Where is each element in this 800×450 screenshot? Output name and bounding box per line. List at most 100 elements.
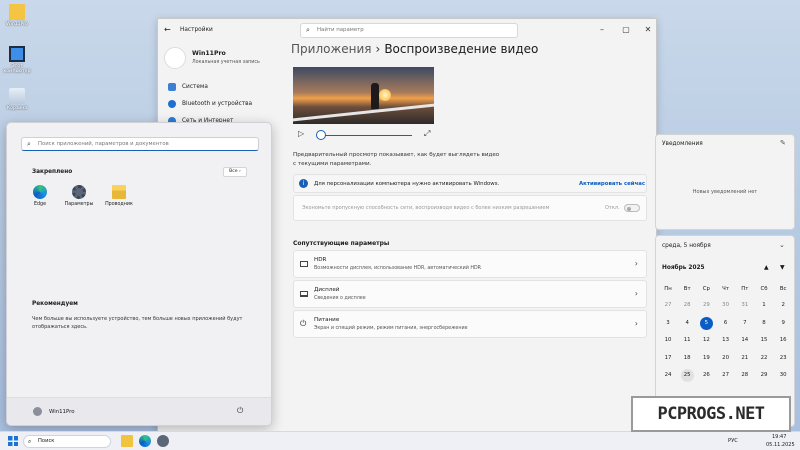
settings-search-input[interactable]: ⌕ Найти параметр xyxy=(300,23,518,38)
prev-month-arrow-icon[interactable]: ▲ xyxy=(764,264,769,271)
bandwidth-toggle[interactable] xyxy=(624,204,640,212)
calendar-day[interactable]: 30 xyxy=(774,372,792,378)
seek-track[interactable] xyxy=(322,135,412,136)
notifications-title: Уведомления xyxy=(662,141,703,147)
calendar-day[interactable]: 26 xyxy=(697,372,715,378)
calendar-day[interactable]: 12 xyxy=(697,337,715,343)
calendar-day[interactable]: 7 xyxy=(736,320,754,326)
play-icon[interactable]: ▷ xyxy=(298,129,304,138)
calendar-day[interactable]: 27 xyxy=(659,302,677,308)
calendar-day[interactable]: 8 xyxy=(755,320,773,326)
calendar-day[interactable]: 29 xyxy=(697,302,715,308)
calendar-day[interactable]: 13 xyxy=(717,337,735,343)
calendar-day[interactable]: 25 xyxy=(680,369,694,382)
explorer-folder-icon[interactable] xyxy=(121,435,133,447)
avatar[interactable] xyxy=(164,47,186,69)
calendar-day[interactable]: 2 xyxy=(774,302,792,308)
desktop-icon-user-folder[interactable]: Win11Pro xyxy=(2,4,32,27)
user-avatar-icon[interactable] xyxy=(33,407,42,416)
calendar-day[interactable]: 28 xyxy=(678,302,696,308)
chevron-down-icon[interactable]: ⌄ xyxy=(779,241,785,249)
minimize-button[interactable]: – xyxy=(594,23,610,37)
edit-icon[interactable]: ✎ xyxy=(780,139,786,147)
calendar-day[interactable]: 4 xyxy=(678,320,696,326)
calendar-day[interactable]: 6 xyxy=(717,320,735,326)
calendar-day[interactable]: 17 xyxy=(659,355,677,361)
related-item-hdr[interactable]: HDR Возможности дисплея, использование H… xyxy=(293,250,647,278)
all-apps-button[interactable]: Все › xyxy=(223,167,247,177)
calendar-day[interactable]: 5 xyxy=(699,316,713,330)
profile-subtitle: Локальная учетная запись xyxy=(192,60,260,65)
taskbar-search-input[interactable]: ⌕ Поиск xyxy=(23,435,111,448)
pinned-app-edge[interactable]: Edge xyxy=(23,185,57,207)
pinned-app-explorer[interactable]: Проводник xyxy=(102,185,136,207)
activate-now-link[interactable]: Активировать сейчас xyxy=(579,181,645,187)
calendar-day[interactable]: 11 xyxy=(678,337,696,343)
desktop-icon-recycle-bin[interactable]: Корзина xyxy=(2,88,32,111)
profile-name: Win11Pro xyxy=(192,50,226,57)
desktop-icon-label: Этот компьютер xyxy=(3,64,31,75)
sun-shape xyxy=(379,89,391,101)
calendar-day[interactable]: 3 xyxy=(659,320,677,326)
calendar-day[interactable]: 14 xyxy=(736,337,754,343)
desktop-icon-this-pc[interactable]: Этот компьютер xyxy=(2,46,32,75)
computer-icon xyxy=(9,46,25,62)
sidebar-item-system[interactable]: Система xyxy=(168,81,208,93)
calendar-day[interactable]: 9 xyxy=(774,320,792,326)
edge-icon xyxy=(33,185,47,199)
calendar-day[interactable]: 10 xyxy=(659,337,677,343)
calendar-day[interactable]: 30 xyxy=(717,302,735,308)
calendar-day[interactable]: 28 xyxy=(736,372,754,378)
calendar-day[interactable]: 22 xyxy=(755,355,773,361)
related-item-title: Питание xyxy=(314,317,340,323)
next-month-arrow-icon[interactable]: ▼ xyxy=(780,264,785,271)
notifications-empty-text: Новых уведомлений нет xyxy=(692,189,758,195)
close-button[interactable]: ✕ xyxy=(640,23,656,37)
calendar-day[interactable]: 29 xyxy=(755,372,773,378)
calendar-day[interactable]: 31 xyxy=(736,302,754,308)
start-search-input[interactable]: ⌕ Поиск приложений, параметров и докумен… xyxy=(21,137,259,151)
seek-slider-thumb[interactable] xyxy=(316,130,326,140)
sidebar-item-label: Bluetooth и устройства xyxy=(182,101,253,107)
related-item-subtitle: Экран и спящий режим, режим питания, эне… xyxy=(314,326,468,331)
calendar-day[interactable]: 20 xyxy=(717,355,735,361)
chevron-right-icon: › xyxy=(634,289,638,298)
calendar-month[interactable]: Ноябрь 2025 xyxy=(662,265,705,271)
breadcrumb-parent[interactable]: Приложения xyxy=(291,42,372,56)
maximize-button[interactable]: ▢ xyxy=(618,23,634,37)
calendar-day[interactable]: 1 xyxy=(755,302,773,308)
hdr-icon xyxy=(300,261,308,267)
language-indicator[interactable]: РУС xyxy=(728,438,738,444)
clock-time[interactable]: 19:47 xyxy=(772,434,786,440)
toggle-state-label: Откл. xyxy=(605,205,620,211)
calendar-day[interactable]: 16 xyxy=(774,337,792,343)
calendar-day[interactable]: 23 xyxy=(774,355,792,361)
sidebar-item-label: Система xyxy=(182,84,208,90)
calendar-day[interactable]: 18 xyxy=(678,355,696,361)
clock-date[interactable]: 05.11.2025 xyxy=(766,442,795,448)
calendar-day[interactable]: 21 xyxy=(736,355,754,361)
user-name[interactable]: Win11Pro xyxy=(49,409,75,415)
related-item-power[interactable]: ⏻ Питание Экран и спящий режим, режим пи… xyxy=(293,310,647,338)
fullscreen-icon[interactable]: ⤢ xyxy=(424,129,430,139)
back-arrow-icon[interactable]: ← xyxy=(164,25,171,34)
power-icon: ⏻ xyxy=(300,319,307,328)
edge-icon[interactable] xyxy=(139,435,151,447)
calendar-day[interactable]: 19 xyxy=(697,355,715,361)
page-title: Воспроизведение видео xyxy=(384,42,539,56)
related-item-display[interactable]: Дисплей Сведения о дисплее › xyxy=(293,280,647,308)
sidebar-item-bluetooth[interactable]: Bluetooth и устройства xyxy=(168,98,252,110)
pinned-app-label: Edge xyxy=(33,202,47,207)
pinned-app-settings[interactable]: Параметры xyxy=(62,185,96,207)
breadcrumb: Приложения › Воспроизведение видео xyxy=(291,42,538,56)
railing-shape xyxy=(293,103,434,122)
chevron-right-icon: › xyxy=(634,259,638,268)
related-item-title: HDR xyxy=(314,257,327,263)
activation-text: Для персонализации компьютера нужно акти… xyxy=(314,181,500,187)
power-icon[interactable]: ⏻ xyxy=(237,406,243,416)
start-windows-icon[interactable] xyxy=(8,436,18,446)
calendar-day[interactable]: 24 xyxy=(659,372,677,378)
settings-gear-icon[interactable] xyxy=(157,435,169,447)
calendar-day[interactable]: 27 xyxy=(717,372,735,378)
calendar-day[interactable]: 15 xyxy=(755,337,773,343)
